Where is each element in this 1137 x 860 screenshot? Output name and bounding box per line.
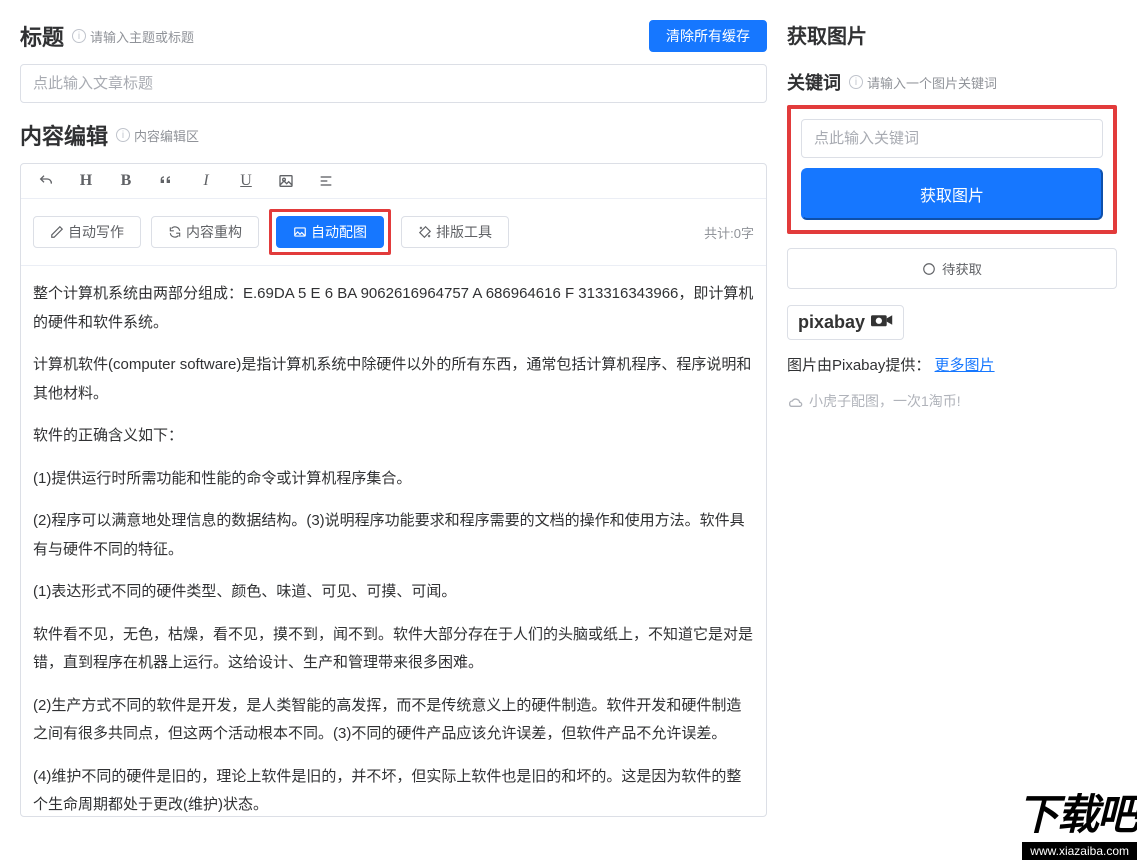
pencil-icon	[50, 225, 64, 239]
more-images-link[interactable]: 更多图片	[935, 357, 995, 374]
align-icon[interactable]	[315, 173, 337, 189]
content-paragraph: (2)程序可以满意地处理信息的数据结构。(3)说明程序功能要求和程序需要的文档的…	[33, 507, 754, 564]
pixabay-text: pixabay	[798, 312, 865, 333]
auto-write-button[interactable]: 自动写作	[33, 216, 141, 248]
keyword-label-row: 关键词 i 请输入一个图片关键词	[787, 69, 1117, 95]
info-icon: i	[72, 29, 86, 43]
keyword-hint-text: 请输入一个图片关键词	[867, 73, 997, 92]
content-paragraph: (1)提供运行时所需功能和性能的命令或计算机程序集合。	[33, 465, 754, 494]
credit-prefix: 图片由Pixabay提供：	[787, 357, 930, 374]
editor-actions: 自动写作 内容重构 自动配图 排版工具 共计:0字	[21, 199, 766, 266]
keyword-label: 关键词	[787, 69, 841, 95]
auto-image-label: 自动配图	[311, 225, 367, 239]
title-header-row: 标题 i 请输入主题或标题 清除所有缓存	[20, 20, 767, 52]
auto-write-label: 自动写作	[68, 225, 124, 239]
content-section-label: 内容编辑 i 内容编辑区	[20, 119, 767, 151]
title-hint-text: 请输入主题或标题	[90, 27, 194, 46]
content-hint: i 内容编辑区	[116, 126, 199, 145]
info-icon: i	[116, 128, 130, 142]
italic-icon[interactable]: I	[195, 172, 217, 190]
quote-icon[interactable]	[155, 173, 177, 189]
underline-icon[interactable]: U	[235, 172, 257, 190]
image-credit: 图片由Pixabay提供： 更多图片	[787, 354, 1117, 375]
layout-tool-button[interactable]: 排版工具	[401, 216, 509, 248]
content-label: 内容编辑	[20, 119, 108, 151]
restructure-button[interactable]: 内容重构	[151, 216, 259, 248]
article-title-input[interactable]	[20, 64, 767, 103]
cloud-icon	[787, 393, 803, 409]
editor-content[interactable]: 整个计算机系统由两部分组成：E.69DA 5 E 6 BA 9062616964…	[21, 266, 766, 816]
content-paragraph: (4)维护不同的硬件是旧的，理论上软件是旧的，并不坏，但实际上软件也是旧的和坏的…	[33, 763, 754, 817]
undo-icon[interactable]	[35, 173, 57, 189]
camera-icon	[871, 312, 893, 333]
keyword-hint: i 请输入一个图片关键词	[849, 73, 997, 92]
image-icon[interactable]	[275, 173, 297, 189]
content-paragraph: 软件看不见，无色，枯燥，看不见，摸不到，闻不到。软件大部分存在于人们的头脑或纸上…	[33, 621, 754, 678]
status-button[interactable]: 待获取	[787, 248, 1117, 289]
content-paragraph: (2)生产方式不同的软件是开发，是人类智能的高发挥，而不是传统意义上的硬件制造。…	[33, 692, 754, 749]
content-paragraph: 计算机软件(computer software)是指计算机系统中除硬件以外的所有…	[33, 351, 754, 408]
wand-icon	[418, 225, 432, 239]
side-footer-note: 小虎子配图，一次1淘币!	[787, 391, 1117, 411]
title-label: 标题	[20, 20, 64, 52]
footer-note-text: 小虎子配图，一次1淘币!	[809, 391, 961, 411]
heading-icon[interactable]: H	[75, 172, 97, 190]
layout-tool-label: 排版工具	[436, 225, 492, 239]
keyword-highlight-box: 获取图片	[787, 105, 1117, 234]
image-con-icon	[293, 225, 307, 239]
word-count: 共计:0字	[704, 223, 754, 242]
title-hint: i 请输入主题或标题	[72, 27, 194, 46]
content-paragraph: 整个计算机系统由两部分组成：E.69DA 5 E 6 BA 9062616964…	[33, 280, 754, 337]
fetch-image-title: 获取图片	[787, 20, 1117, 49]
content-paragraph: (1)表达形式不同的硬件类型、颜色、味道、可见、可摸、可闻。	[33, 578, 754, 607]
content-paragraph: 软件的正确含义如下：	[33, 422, 754, 451]
clear-cache-button[interactable]: 清除所有缓存	[649, 20, 767, 52]
clear-cache-label: 清除所有缓存	[666, 29, 750, 43]
auto-image-button[interactable]: 自动配图	[276, 216, 384, 248]
auto-image-highlight: 自动配图	[269, 209, 391, 255]
fetch-image-label: 获取图片	[920, 188, 984, 205]
spinner-icon	[922, 262, 936, 276]
status-label: 待获取	[942, 259, 982, 278]
watermark: 下载吧 www.xiazaiba.com	[1017, 781, 1137, 860]
watermark-logo: 下载吧	[1017, 781, 1137, 842]
bold-icon[interactable]: B	[115, 172, 137, 190]
editor-toolbar: H B I U	[21, 164, 766, 199]
content-hint-text: 内容编辑区	[134, 126, 199, 145]
restructure-label: 内容重构	[186, 225, 242, 239]
title-section-label: 标题 i 请输入主题或标题	[20, 20, 194, 52]
info-icon: i	[849, 75, 863, 89]
editor: H B I U 自动写作	[20, 163, 767, 817]
keyword-input[interactable]	[801, 119, 1103, 158]
fetch-image-button[interactable]: 获取图片	[801, 168, 1103, 220]
refresh-icon	[168, 225, 182, 239]
watermark-url: www.xiazaiba.com	[1022, 842, 1137, 860]
pixabay-badge[interactable]: pixabay	[787, 305, 904, 340]
